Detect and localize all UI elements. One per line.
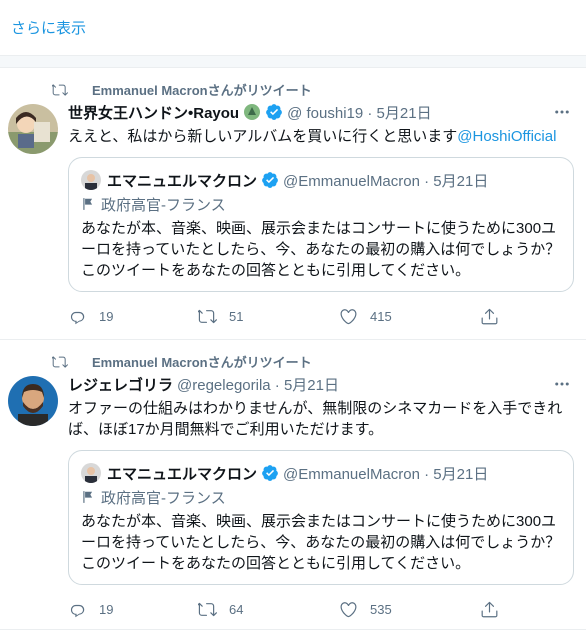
show-more-link[interactable]: さらに表示 xyxy=(0,0,586,56)
author-name[interactable]: レジェレゴリラ xyxy=(68,374,173,395)
avatar[interactable] xyxy=(8,376,58,426)
share-button[interactable] xyxy=(480,307,511,326)
verified-badge-icon xyxy=(265,103,283,121)
retweet-icon xyxy=(52,355,68,368)
verified-badge-icon xyxy=(261,464,279,482)
retweet-context-label: Emmanuel Macronさんがリツイート xyxy=(92,355,312,370)
tweet-header: 世界女王ハンドン•Rayou @ foushi19 · 5月21日 xyxy=(68,102,574,122)
retweet-button[interactable]: 64 xyxy=(198,600,339,619)
quote-text: あなたが本、音楽、映画、展示会またはコンサートに使うために300ユーロを持ってい… xyxy=(81,513,561,572)
flag-icon xyxy=(81,490,95,504)
retweet-icon xyxy=(198,307,217,326)
quote-avatar xyxy=(81,170,101,190)
like-icon xyxy=(339,307,358,326)
retweet-context: Emmanuel Macronさんがリツイート xyxy=(52,352,312,371)
more-icon[interactable] xyxy=(550,102,574,122)
tweet-text: オファーの仕組みはわかりませんが、無制限のシネマカードを入手できれば、ほぼ17か… xyxy=(68,400,563,438)
flag-icon xyxy=(81,197,95,211)
reply-icon xyxy=(68,600,87,619)
like-count: 535 xyxy=(370,601,392,617)
reply-button[interactable]: 19 xyxy=(68,600,198,619)
show-more-label: さらに表示 xyxy=(11,20,87,37)
reply-count: 19 xyxy=(99,308,114,324)
like-count: 415 xyxy=(370,308,392,324)
tweet[interactable]: Emmanuel Macronさんがリツイート レジェレゴリラ @regeleg… xyxy=(0,340,586,630)
verified-badge-icon xyxy=(261,171,279,189)
quote-label-text: 政府高官-フランス xyxy=(101,196,226,214)
quote-text: あなたが本、音楽、映画、展示会またはコンサートに使うために300ユーロを持ってい… xyxy=(81,220,561,279)
quoted-tweet[interactable]: エマニュエルマクロン @EmmanuelMacron · 5月21日 政府高官-… xyxy=(68,450,574,585)
quote-author-name: エマニュエルマクロン xyxy=(107,172,258,190)
retweet-context: Emmanuel Macronさんがリツイート xyxy=(52,80,312,99)
reply-count: 19 xyxy=(99,601,114,617)
retweet-icon xyxy=(52,83,68,96)
quote-account-label: 政府高官-フランス xyxy=(81,487,561,507)
section-gap xyxy=(0,56,586,68)
retweet-context-label: Emmanuel Macronさんがリツイート xyxy=(92,83,312,98)
like-icon xyxy=(339,600,358,619)
retweet-count: 51 xyxy=(229,308,244,324)
retweet-button[interactable]: 51 xyxy=(198,307,339,326)
share-icon xyxy=(480,600,499,619)
author-name[interactable]: 世界女王ハンドン•Rayou xyxy=(68,102,239,123)
tweet-text-body: ええと、私はから新しいアルバムを買いに行くと思います xyxy=(68,128,458,145)
retweet-count: 64 xyxy=(229,601,244,617)
more-icon[interactable] xyxy=(550,374,574,394)
emoji-icon xyxy=(243,103,261,121)
reply-button[interactable]: 19 xyxy=(68,307,198,326)
tweet-actions: 19 51 415 xyxy=(68,306,574,326)
retweet-icon xyxy=(198,600,217,619)
avatar[interactable] xyxy=(8,104,58,154)
quote-account-label: 政府高官-フランス xyxy=(81,194,561,214)
like-button[interactable]: 415 xyxy=(339,307,480,326)
tweet[interactable]: Emmanuel Macronさんがリツイート 世界女王ハンドン•Rayou @… xyxy=(0,68,586,340)
handle-date[interactable]: @regelegorila · 5月21日 xyxy=(177,374,339,395)
share-button[interactable] xyxy=(480,600,511,619)
quote-author-name: エマニュエルマクロン xyxy=(107,465,258,483)
handle-date[interactable]: @ foushi19 · 5月21日 xyxy=(287,102,431,123)
tweet-text: ええと、私はから新しいアルバムを買いに行くと思います@HoshiOfficial xyxy=(68,126,574,147)
quoted-tweet[interactable]: エマニュエルマクロン @EmmanuelMacron · 5月21日 政府高官-… xyxy=(68,157,574,292)
quote-label-text: 政府高官-フランス xyxy=(101,489,226,507)
quote-avatar xyxy=(81,463,101,483)
quote-handle-date: @EmmanuelMacron · 5月21日 xyxy=(283,172,489,190)
like-button[interactable]: 535 xyxy=(339,600,480,619)
reply-icon xyxy=(68,307,87,326)
share-icon xyxy=(480,307,499,326)
tweet-actions: 19 64 535 xyxy=(68,599,574,619)
tweet-header: レジェレゴリラ @regelegorila · 5月21日 xyxy=(68,374,574,394)
quote-handle-date: @EmmanuelMacron · 5月21日 xyxy=(283,465,489,483)
mention-link[interactable]: @HoshiOfficial xyxy=(457,128,556,145)
